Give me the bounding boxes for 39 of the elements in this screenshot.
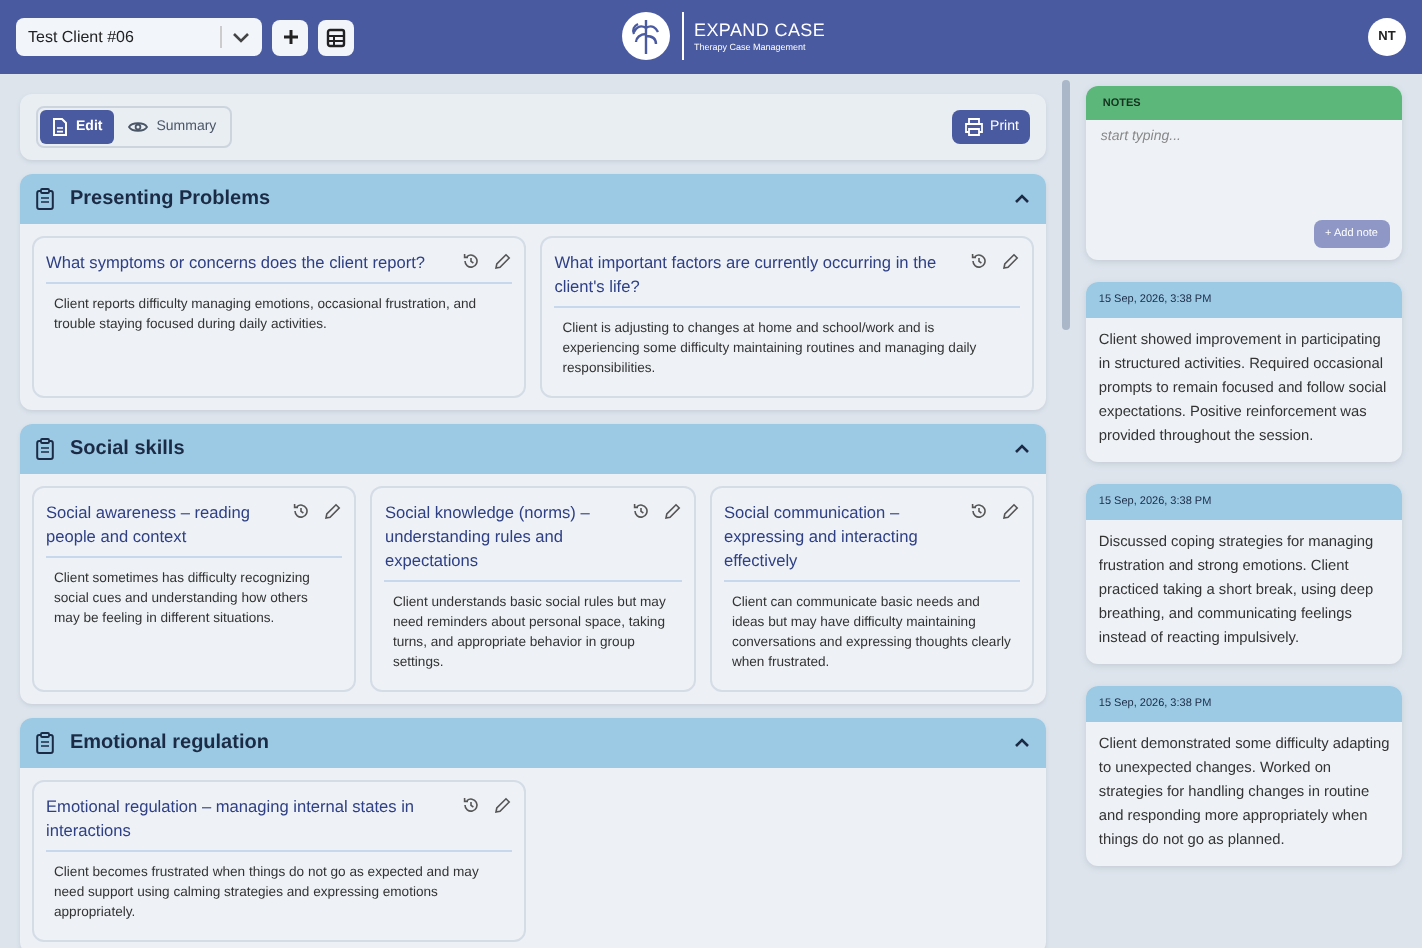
pencil-icon[interactable] (1002, 502, 1021, 520)
pencil-icon[interactable] (663, 502, 682, 520)
clipboard-icon (36, 732, 54, 754)
history-icon[interactable] (462, 796, 481, 814)
section-title: Social skills (70, 438, 187, 460)
clipboard-icon (36, 188, 54, 210)
chevron-down-icon (232, 31, 250, 43)
question-title: Social communication – expressing and interacting effectively (723, 500, 920, 572)
section-title: Emotional regulation (70, 732, 271, 754)
plus-icon (281, 28, 299, 46)
pencil-icon[interactable] (494, 252, 513, 270)
question-title: Emotional regulation – managing internal states in interactions (46, 794, 417, 842)
history-icon[interactable] (970, 502, 989, 520)
pencil-icon[interactable] (494, 796, 513, 814)
section-header[interactable]: Social skills (20, 424, 1047, 474)
table-icon (326, 27, 346, 47)
eye-icon (128, 120, 149, 134)
pencil-icon[interactable] (324, 502, 343, 520)
printer-icon (964, 118, 985, 136)
app-name: EXPAND CASE (694, 20, 826, 40)
clipboard-icon (36, 438, 54, 460)
history-icon[interactable] (631, 502, 650, 520)
brain-tree-logo-icon (620, 10, 672, 62)
scrollbar[interactable] (1062, 80, 1071, 330)
section-header[interactable]: Presenting Problems (20, 174, 1047, 224)
section-header[interactable]: Emotional regulation (20, 718, 1047, 768)
history-icon[interactable] (292, 502, 311, 520)
question-title: Social knowledge (norms) – understanding rules and expectations (384, 500, 592, 572)
question-title: What symptoms or concerns does the client report? (46, 250, 428, 274)
pencil-icon[interactable] (1002, 252, 1021, 270)
section-title: Presenting Problems (70, 188, 273, 210)
question-title: Social awareness – reading people and context (46, 500, 252, 548)
add-button[interactable] (272, 19, 308, 55)
question-title: What important factors are currently occurring in the client's life? (554, 250, 939, 298)
table-button[interactable] (318, 19, 354, 55)
history-icon[interactable] (970, 252, 989, 270)
document-icon (52, 118, 68, 136)
history-icon[interactable] (462, 252, 481, 270)
client-select[interactable]: Test Client #06 (16, 18, 262, 56)
